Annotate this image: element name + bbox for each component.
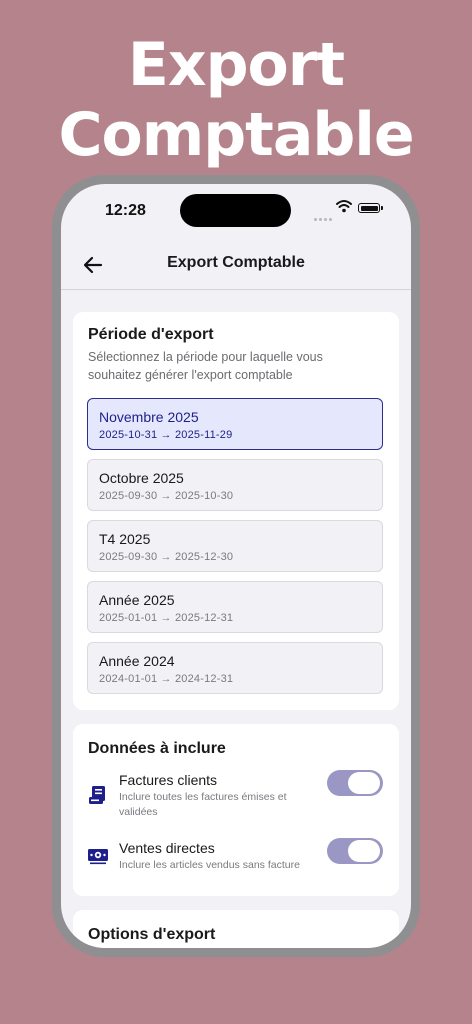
period-range: 2024-01-01 → 2024-12-31 bbox=[99, 673, 234, 685]
period-range: 2025-09-30 → 2025-10-30 bbox=[99, 490, 234, 502]
period-name: Novembre 2025 bbox=[99, 409, 199, 425]
export-options-title: Options d'export bbox=[88, 926, 216, 943]
ventes-toggle[interactable] bbox=[327, 838, 383, 864]
period-range: 2025-09-30 → 2025-12-30 bbox=[99, 551, 234, 563]
period-option-t4-2025[interactable]: T4 2025 2025-09-30 → 2025-12-30 bbox=[87, 520, 383, 572]
data-card: Données à inclure Factures clients Inclu… bbox=[73, 724, 399, 896]
headline-line-1: Export bbox=[127, 30, 345, 100]
period-name: Octobre 2025 bbox=[99, 470, 184, 486]
option-description: Inclure toutes les factures émises et va… bbox=[119, 791, 287, 818]
option-title: Ventes directes bbox=[119, 840, 215, 856]
invoice-icon bbox=[89, 786, 105, 804]
headline-line-2: Comptable bbox=[58, 100, 414, 170]
wifi-icon bbox=[336, 200, 352, 213]
cash-icon bbox=[88, 849, 108, 865]
status-bar: 12:28 bbox=[61, 184, 411, 244]
period-range: 2025-10-31 → 2025-11-29 bbox=[99, 429, 233, 441]
signal-icon bbox=[314, 208, 334, 226]
phone-screen: 12:28 Export Comptable Période d'export … bbox=[61, 184, 411, 948]
period-card-subtitle: Sélectionnez la période pour laquelle vo… bbox=[88, 350, 323, 382]
option-title: Factures clients bbox=[119, 772, 218, 788]
phone-frame: 12:28 Export Comptable Période d'export … bbox=[52, 175, 420, 957]
period-option-octobre-2025[interactable]: Octobre 2025 2025-09-30 → 2025-10-30 bbox=[87, 459, 383, 511]
period-range: 2025-01-01 → 2025-12-31 bbox=[99, 612, 234, 624]
option-description: Inclure les articles vendus sans facture bbox=[119, 859, 300, 871]
period-option-novembre-2025[interactable]: Novembre 2025 2025-10-31 → 2025-11-29 bbox=[87, 398, 383, 450]
period-card-title: Période d'export bbox=[88, 326, 214, 343]
period-option-annee-2025[interactable]: Année 2025 2025-01-01 → 2025-12-31 bbox=[87, 581, 383, 633]
period-name: Année 2024 bbox=[99, 653, 175, 669]
page-title: Export Comptable bbox=[167, 254, 305, 271]
period-card: Période d'export Sélectionnez la période… bbox=[73, 312, 399, 710]
period-name: T4 2025 bbox=[99, 531, 151, 547]
export-options-card: Options d'export bbox=[73, 910, 399, 948]
navigation-bar: Export Comptable bbox=[61, 244, 411, 290]
promo-headline: Export Comptable bbox=[0, 30, 472, 170]
status-time: 12:28 bbox=[105, 202, 146, 219]
period-option-annee-2024[interactable]: Année 2024 2024-01-01 → 2024-12-31 bbox=[87, 642, 383, 694]
factures-toggle[interactable] bbox=[327, 770, 383, 796]
period-name: Année 2025 bbox=[99, 592, 175, 608]
battery-icon bbox=[358, 203, 383, 213]
dynamic-island bbox=[180, 194, 291, 227]
data-card-title: Données à inclure bbox=[88, 740, 226, 757]
